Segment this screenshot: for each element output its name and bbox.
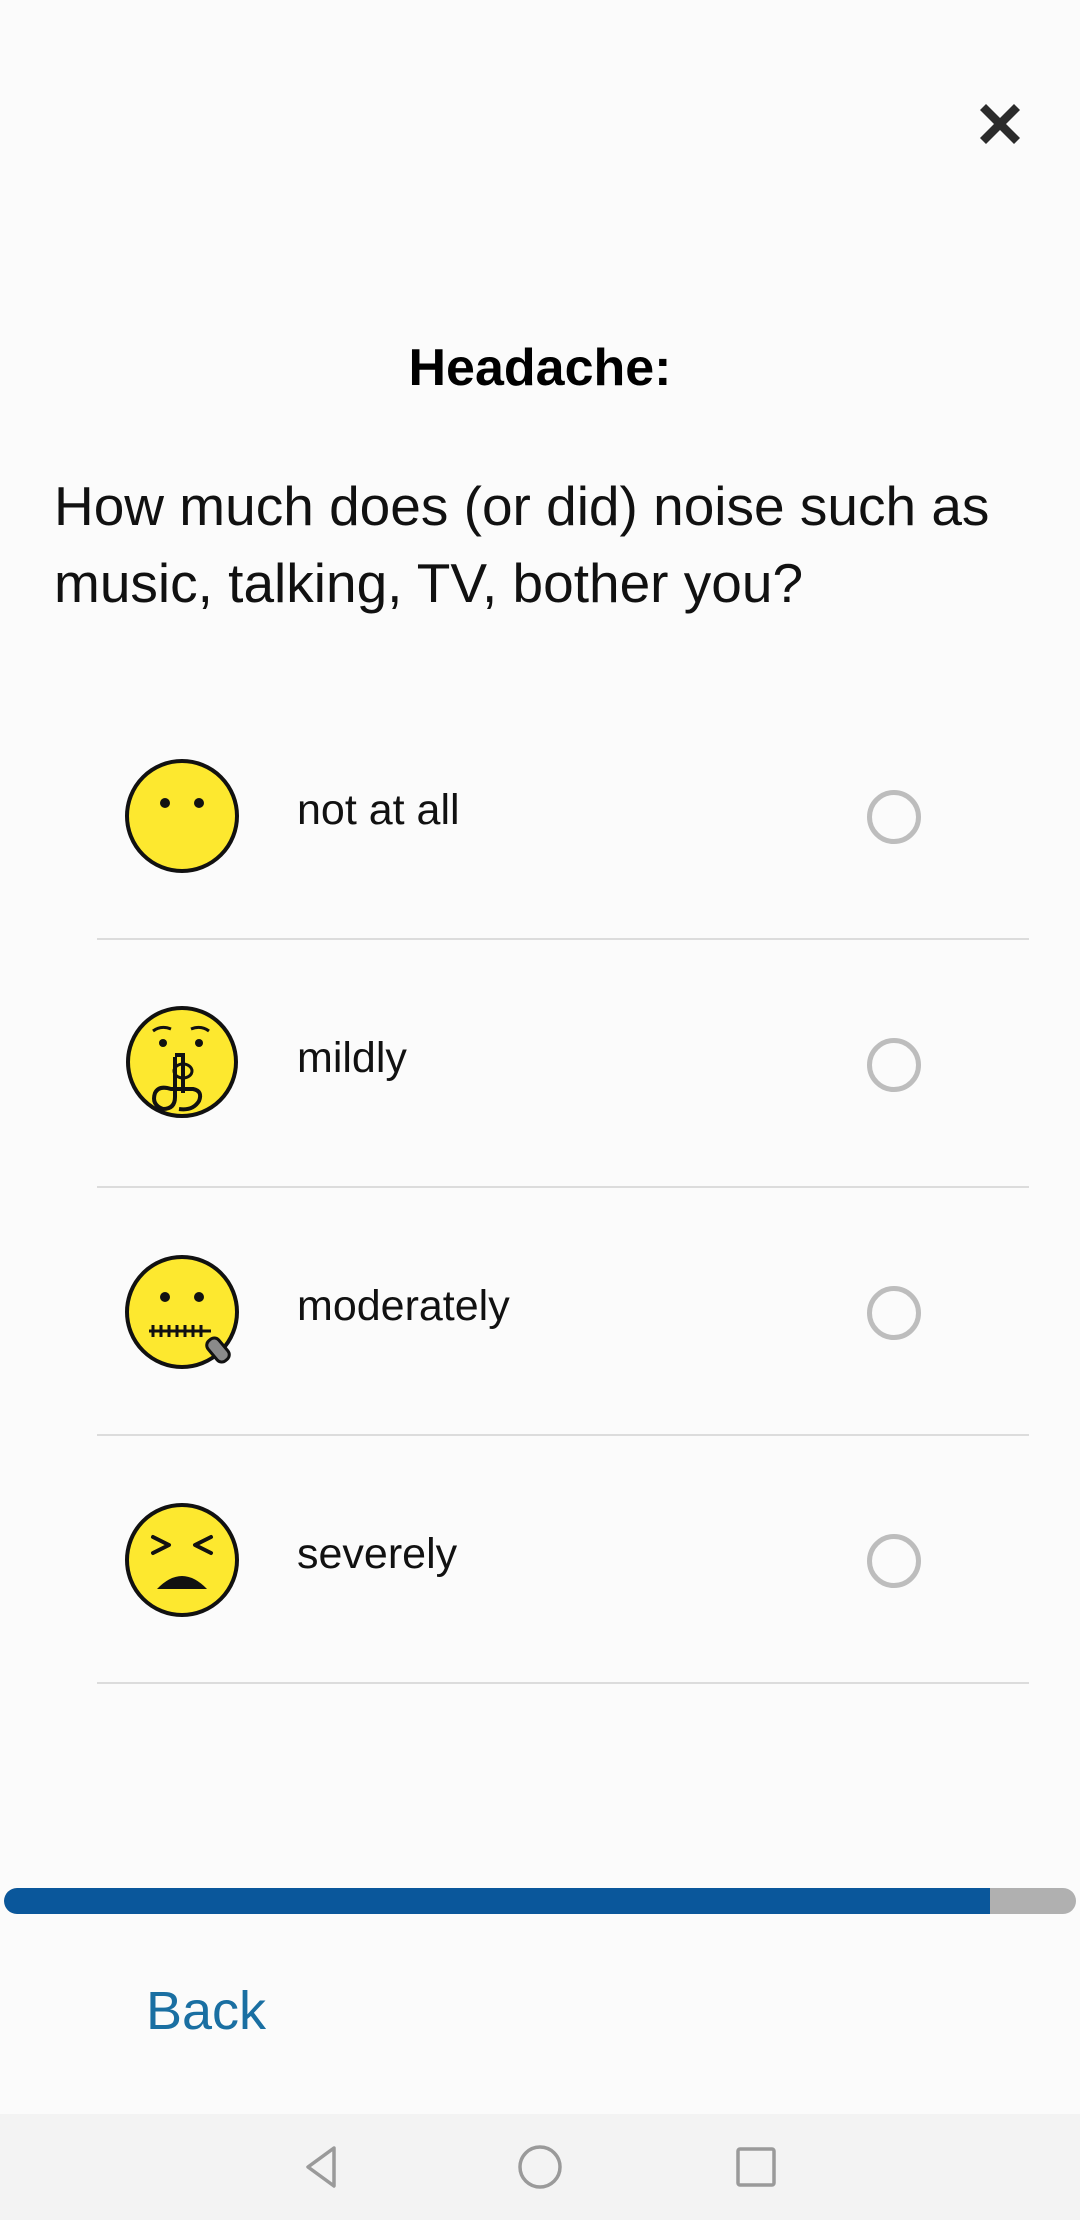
system-navigation-bar (0, 2114, 1080, 2220)
option-label: not at all (297, 786, 460, 834)
persevering-face-icon (123, 1501, 241, 1619)
page-title: Headache: (408, 339, 672, 397)
option-label: moderately (297, 1282, 510, 1330)
radio-button[interactable] (867, 1286, 921, 1340)
option-label: mildly (297, 1034, 407, 1082)
question-text: How much does (or did) noise such as mus… (54, 475, 990, 614)
nav-back-button[interactable] (290, 2134, 356, 2200)
options-list: not at all mildly moderately severely (97, 692, 1029, 1684)
back-button[interactable]: Back (146, 1980, 266, 2042)
nav-back-icon (306, 2146, 336, 2188)
nav-recents-icon (736, 2147, 776, 2187)
option-label: severely (297, 1530, 458, 1578)
option-severely[interactable]: severely (97, 1436, 1029, 1684)
radio-button[interactable] (867, 1534, 921, 1588)
neutral-face-icon (123, 757, 241, 875)
nav-recents-button[interactable] (723, 2134, 789, 2200)
nav-home-button[interactable] (507, 2134, 573, 2200)
option-mildly[interactable]: mildly (97, 940, 1029, 1188)
option-not-at-all[interactable]: not at all (97, 692, 1029, 940)
option-moderately[interactable]: moderately (97, 1188, 1029, 1436)
radio-button[interactable] (867, 790, 921, 844)
shushing-face-icon (123, 1005, 241, 1123)
zipper-mouth-face-icon (123, 1253, 241, 1371)
close-icon (980, 104, 1020, 144)
progress-fill (4, 1888, 991, 1914)
nav-home-icon (518, 2145, 562, 2189)
progress-bar (4, 1888, 1076, 1914)
close-button[interactable] (958, 82, 1042, 166)
radio-button[interactable] (867, 1038, 921, 1092)
survey-screen: Headache: How much does (or did) noise s… (0, 0, 1080, 2220)
